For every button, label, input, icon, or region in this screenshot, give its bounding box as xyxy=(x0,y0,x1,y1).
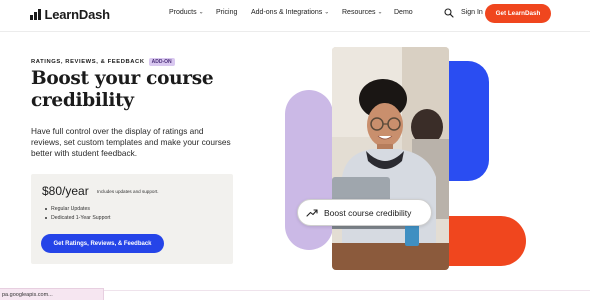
hero-photo xyxy=(332,47,449,270)
pricing-card: $80/year Includes updates and support. R… xyxy=(31,174,233,264)
sign-in-link[interactable]: Sign In xyxy=(461,9,483,16)
get-ratings-reviews-feedback-button[interactable]: Get Ratings, Reviews, & Feedback xyxy=(41,234,164,253)
stat-pill: Boost course credibility xyxy=(297,199,432,226)
trending-up-icon xyxy=(306,208,318,217)
decorative-lavender-shape xyxy=(285,90,333,250)
feature-label: Dedicated 1-Year Support xyxy=(51,215,111,221)
header-divider xyxy=(0,31,590,32)
nav-demo-label: Demo xyxy=(394,9,413,16)
list-item: Dedicated 1-Year Support xyxy=(45,215,111,221)
price-note: Includes updates and support. xyxy=(97,189,159,194)
nav-resources-label: Resources xyxy=(342,9,376,16)
headline-line1: Boost your course xyxy=(31,68,214,89)
status-url: pa.googleapis.com... xyxy=(2,291,53,298)
chevron-down-icon: ⌄ xyxy=(377,9,383,16)
nav-pricing[interactable]: Pricing xyxy=(216,9,237,16)
get-learndash-button[interactable]: Get LearnDash xyxy=(485,4,551,23)
hero-description: Have full control over the display of ra… xyxy=(31,126,231,158)
nav-resources[interactable]: Resources ⌄ xyxy=(342,9,383,16)
nav-addons-label: Add-ons & Integrations xyxy=(251,9,323,16)
headline-line2: credibility xyxy=(31,90,134,111)
bullet-icon xyxy=(45,217,47,219)
chevron-down-icon: ⌄ xyxy=(324,9,330,16)
price: $80/year xyxy=(42,184,89,198)
browser-status-bar: pa.googleapis.com... xyxy=(0,288,104,300)
student-photo-illustration xyxy=(332,47,449,270)
nav-demo[interactable]: Demo xyxy=(394,9,413,16)
addon-badge: ADD-ON xyxy=(148,58,175,66)
site-header: LearnDash Products ⌄ Pricing Add-ons & I… xyxy=(0,0,590,28)
chevron-down-icon: ⌄ xyxy=(198,9,204,16)
page-title: Boost your course credibility xyxy=(29,68,214,112)
stat-pill-label: Boost course credibility xyxy=(324,207,412,218)
nav-addons[interactable]: Add-ons & Integrations ⌄ xyxy=(251,9,329,16)
bottom-divider xyxy=(104,290,590,291)
logo-text: LearnDash xyxy=(44,7,111,22)
headline-line2-wrap: credibility xyxy=(29,90,149,112)
feature-label: Regular Updates xyxy=(51,206,90,212)
bullet-icon xyxy=(45,208,47,210)
nav-products[interactable]: Products ⌄ xyxy=(169,9,204,16)
nav-products-label: Products xyxy=(169,9,197,16)
list-item: Regular Updates xyxy=(45,206,111,212)
eyebrow-text: RATINGS, REVIEWS, & FEEDBACK xyxy=(31,59,145,65)
search-icon[interactable] xyxy=(444,8,454,18)
decorative-blue-shape xyxy=(447,61,489,181)
learndash-logo[interactable]: LearnDash xyxy=(30,7,110,22)
nav-pricing-label: Pricing xyxy=(216,9,238,16)
eyebrow: RATINGS, REVIEWS, & FEEDBACK ADD-ON xyxy=(31,58,175,66)
logo-bars-icon xyxy=(30,9,41,20)
decorative-orange-shape xyxy=(440,216,526,266)
feature-list: Regular Updates Dedicated 1-Year Support xyxy=(45,206,111,224)
